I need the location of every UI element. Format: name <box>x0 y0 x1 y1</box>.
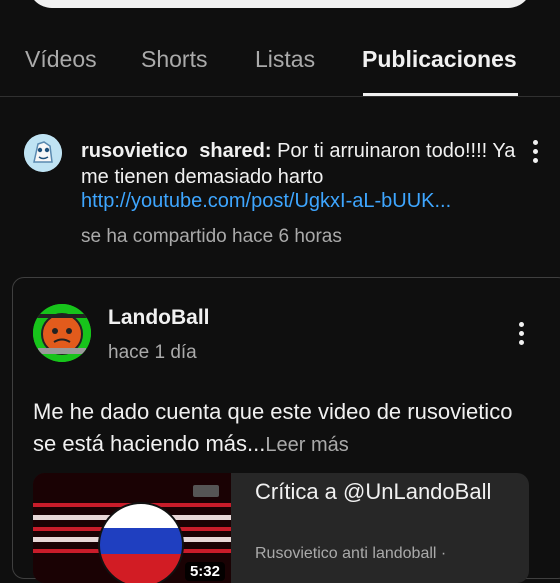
shared-action: shared: <box>199 140 272 162</box>
original-post-card[interactable]: LandoBall hace 1 día Me he dado cuenta q… <box>12 277 560 583</box>
shared-timestamp: se ha compartido hace 6 horas <box>81 226 342 247</box>
video-duration: 5:32 <box>184 562 225 581</box>
countryball-avatar-icon <box>33 304 91 362</box>
channel-tabs: Vídeos Shorts Listas Publicaciones <box>0 40 560 97</box>
tab-videos[interactable]: Vídeos <box>25 46 97 73</box>
post-author[interactable]: LandoBall <box>108 306 210 330</box>
post-timestamp: hace 1 día <box>108 342 197 363</box>
attached-video[interactable]: 5:32 Crítica a @UnLandoBall Rusovietico … <box>33 473 529 583</box>
tab-shorts[interactable]: Shorts <box>141 46 207 73</box>
read-more-link[interactable]: Leer más <box>265 434 348 456</box>
shared-author[interactable]: rusovietico <box>81 140 188 162</box>
shared-post: rusovietico shared: Por ti arruinaron to… <box>0 120 560 260</box>
video-title[interactable]: Crítica a @UnLandoBall <box>255 477 515 507</box>
tab-playlists[interactable]: Listas <box>255 46 315 73</box>
tab-posts[interactable]: Publicaciones <box>362 46 517 73</box>
avatar[interactable] <box>24 134 62 172</box>
cartoon-avatar-icon <box>24 134 62 172</box>
more-options-icon[interactable] <box>523 138 547 166</box>
avatar[interactable] <box>33 304 91 362</box>
search-bar[interactable] <box>28 0 532 8</box>
video-thumbnail[interactable]: 5:32 <box>33 473 231 583</box>
active-tab-indicator <box>363 93 518 96</box>
more-options-icon[interactable] <box>509 320 533 348</box>
video-channel[interactable]: Rusovietico anti landoball · <box>255 545 446 563</box>
post-link[interactable]: http://youtube.com/post/UgkxI-aL-bUUK... <box>81 190 451 213</box>
post-body: Me he dado cuenta que este video de ruso… <box>33 396 533 461</box>
shared-post-text: rusovietico shared: Por ti arruinaron to… <box>81 138 521 190</box>
